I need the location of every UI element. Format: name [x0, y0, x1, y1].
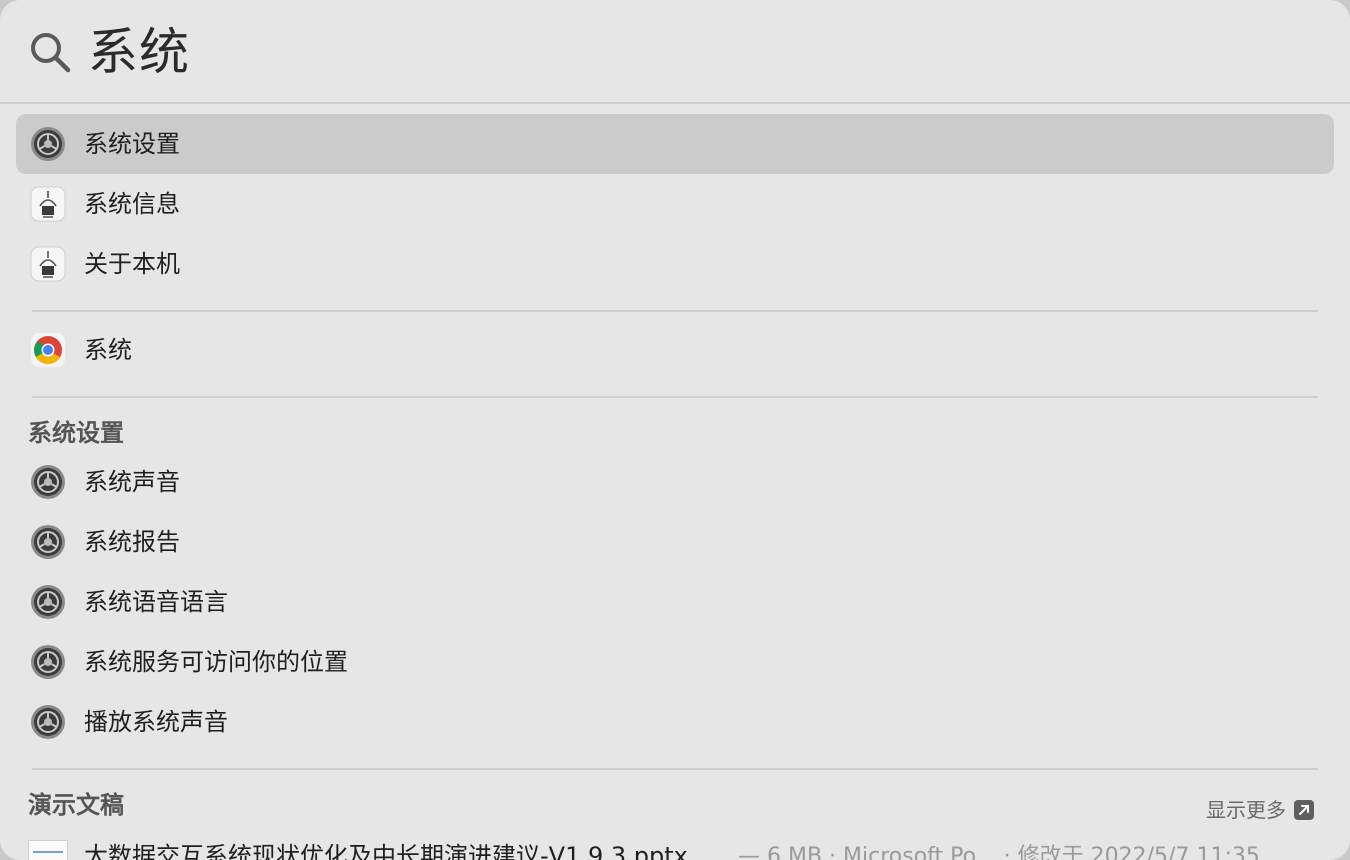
document-name: 大数据交互系统现状优化及中长期演进建议-V1.9.3.pptx [84, 842, 688, 860]
result-document[interactable]: 大数据交互系统现状优化及中长期演进建议-V1.9.3.pptx — 6 MB ·… [16, 830, 1334, 860]
chrome-icon [31, 333, 65, 367]
pptx-file-icon [28, 840, 68, 860]
document-meta: — 6 MB · Microsoft Po... · 修改于 2022/5/7 … [738, 844, 1260, 860]
result-system-settings[interactable]: 系统设置 [16, 114, 1334, 174]
search-icon [31, 33, 71, 73]
result-label: 系统设置 [84, 130, 180, 158]
result-label: 系统声音 [84, 468, 180, 496]
about-this-mac-icon [30, 246, 66, 282]
search-bar[interactable]: 系统 [0, 0, 1350, 104]
system-settings-icon [31, 705, 65, 739]
result-system-voice-language[interactable]: 系统语音语言 [16, 572, 1334, 632]
result-system-report[interactable]: 系统报告 [16, 512, 1334, 572]
result-label: 系统报告 [84, 528, 180, 556]
search-input[interactable]: 系统 [88, 18, 190, 86]
system-information-icon [30, 186, 66, 222]
result-system-information[interactable]: 系统信息 [16, 174, 1334, 234]
show-more-button[interactable]: 显示更多 [1206, 795, 1314, 825]
system-settings-icon [31, 645, 65, 679]
divider [32, 768, 1318, 770]
result-label: 播放系统声音 [84, 708, 228, 736]
spotlight-panel: 系统 系统设置 系统信息 关于本机 系统 系统设置 系统声音 系统报告 系统语音… [0, 0, 1350, 860]
divider [32, 310, 1318, 312]
system-settings-icon [31, 127, 65, 161]
result-label: 系统 [84, 336, 132, 364]
result-label: 关于本机 [84, 250, 180, 278]
result-label: 系统语音语言 [84, 588, 228, 616]
section-title-documents: 演示文稿 [28, 791, 124, 819]
section-title-settings: 系统设置 [28, 419, 124, 447]
divider [32, 396, 1318, 398]
result-system-sound[interactable]: 系统声音 [16, 452, 1334, 512]
result-label: 系统服务可访问你的位置 [84, 648, 348, 676]
show-more-label: 显示更多 [1206, 798, 1286, 822]
open-arrow-icon [1294, 800, 1314, 820]
result-play-system-sound[interactable]: 播放系统声音 [16, 692, 1334, 752]
system-settings-icon [31, 465, 65, 499]
result-label: 系统信息 [84, 190, 180, 218]
system-settings-icon [31, 525, 65, 559]
result-system-services-location[interactable]: 系统服务可访问你的位置 [16, 632, 1334, 692]
system-settings-icon [31, 585, 65, 619]
result-web-search[interactable]: 系统 [16, 320, 1334, 380]
result-about-this-mac[interactable]: 关于本机 [16, 234, 1334, 294]
